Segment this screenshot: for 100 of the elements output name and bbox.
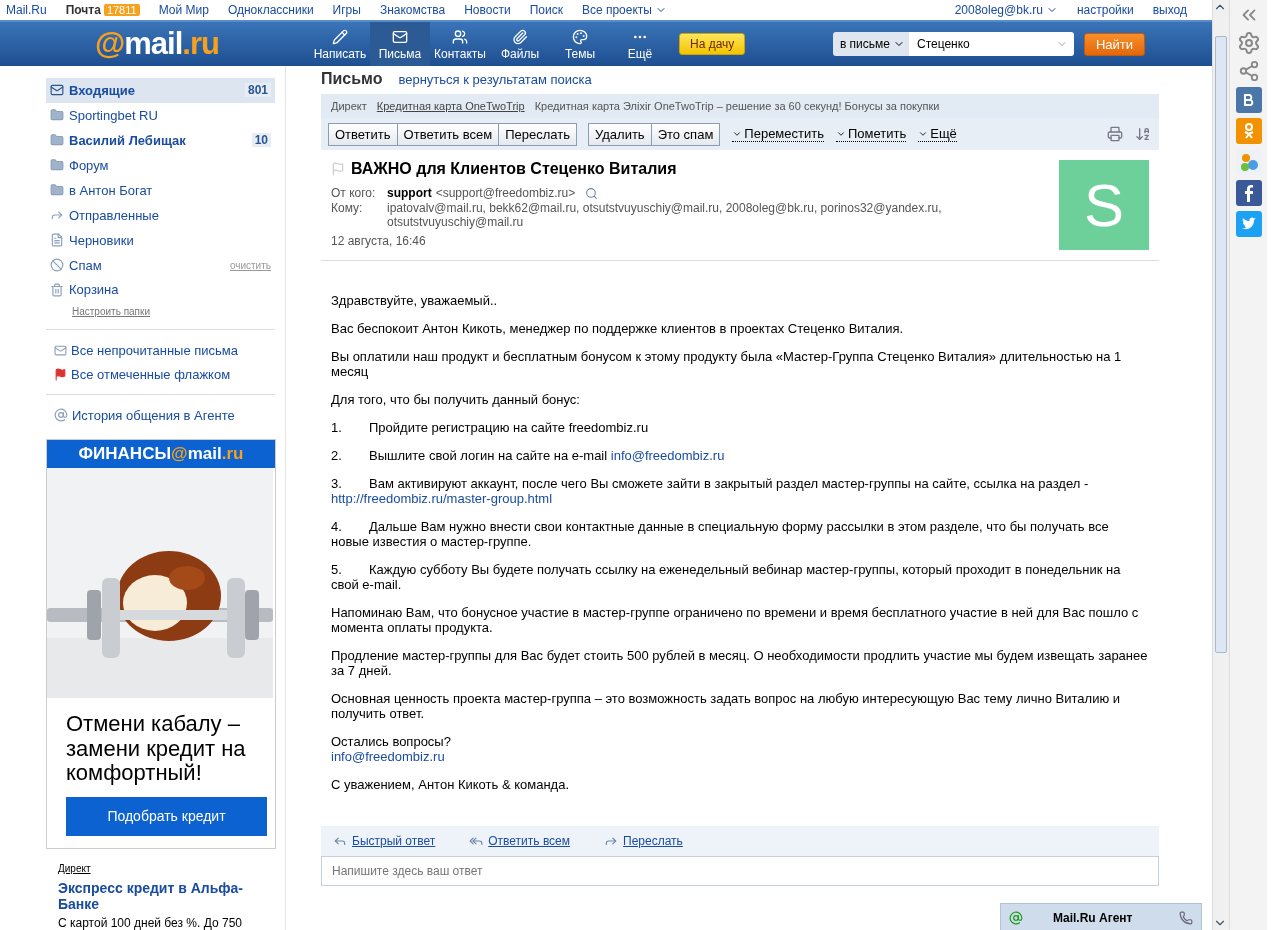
ad-button[interactable]: Подобрать кредит bbox=[66, 796, 267, 836]
ban-icon bbox=[50, 258, 64, 273]
nav-tab[interactable]: Файлы bbox=[490, 22, 550, 66]
pencil-icon bbox=[332, 29, 348, 45]
menu-link[interactable]: Ещё bbox=[918, 126, 957, 142]
paragraph: 4. Дальше Вам нужно внести свои контактные данные в специальную форму рассылки в этом разделе, что бы получать все новые известия о мастер-группе. bbox=[331, 519, 1110, 549]
paragraph: 3. Вам активируют аккаунт, после чего Вы сможете зайти в закрытый раздел мастер-группы на сайте, ссылка на раздел - http://freedombiz.ru/master-group.html bbox=[331, 476, 1149, 506]
folder-item[interactable]: Спам очистить bbox=[46, 252, 275, 278]
nav-tab[interactable]: Ещё bbox=[610, 22, 670, 66]
top-link[interactable]: Игры bbox=[332, 3, 361, 17]
folder-icon bbox=[50, 108, 64, 123]
paragraph: 1. Пройдите регистрацию на сайте freedombiz.ru bbox=[331, 420, 650, 435]
paperclip-icon bbox=[512, 29, 528, 45]
top-link[interactable]: Поиск bbox=[529, 3, 563, 17]
nav-tab[interactable]: Письма bbox=[370, 22, 430, 66]
paragraph: С уважением, Антон Кикоть & команда. bbox=[331, 777, 570, 792]
agent-bar[interactable]: Mail.Ru Агент bbox=[1000, 903, 1202, 930]
odnoklassniki-icon[interactable] bbox=[1235, 118, 1262, 144]
nav-tab[interactable]: Контакты bbox=[430, 22, 490, 66]
ad-link[interactable]: Кредитная карта OneTwoTrip bbox=[376, 100, 525, 112]
ad-banner[interactable]: ФИНАНСЫ@mail.ru Отмени кабалу – замени кредит на комфортный! Подобрать кредит bbox=[46, 439, 276, 849]
folder-item[interactable]: Отправленные bbox=[46, 202, 275, 228]
folder-icon bbox=[50, 158, 64, 173]
folder-icon bbox=[50, 133, 64, 148]
folder-item[interactable]: Василий Лебищак 10 bbox=[46, 127, 275, 153]
account-link[interactable]: настройки bbox=[1076, 3, 1134, 17]
settings-icon[interactable] bbox=[1236, 31, 1261, 55]
vk-icon[interactable] bbox=[1235, 87, 1262, 113]
menu-link[interactable]: Переместить bbox=[732, 126, 824, 142]
subject: ВАЖНО для Клиентов Стеценко Виталия bbox=[351, 160, 677, 178]
logo[interactable]: @mail.ru bbox=[95, 26, 219, 62]
translate-icon[interactable] bbox=[1135, 126, 1151, 142]
page-title: Письмо bbox=[321, 70, 383, 88]
email-link[interactable]: http://freedombiz.ru/master-group.html bbox=[331, 491, 1149, 506]
nav-tab[interactable]: Темы bbox=[550, 22, 610, 66]
promo-button[interactable]: На дачу bbox=[679, 33, 746, 55]
folder-item[interactable]: Sportingbet RU bbox=[46, 102, 275, 128]
forward-icon bbox=[604, 834, 619, 848]
top-link[interactable]: Почта 17811 bbox=[65, 3, 140, 17]
top-link[interactable]: Одноклассники bbox=[227, 3, 314, 17]
folder-name: Корзина bbox=[69, 282, 119, 298]
folder-item[interactable]: Форум bbox=[46, 152, 275, 178]
to-label: Кому: bbox=[331, 201, 364, 217]
search-field[interactable]: Стеценко bbox=[909, 32, 1054, 56]
share-icon[interactable] bbox=[1237, 60, 1260, 82]
reply-link[interactable]: Ответить всем bbox=[469, 834, 571, 848]
reply-link[interactable]: Быстрый ответ bbox=[333, 834, 436, 848]
nav-tab[interactable]: Написать bbox=[310, 22, 370, 66]
folder-name: Отправленные bbox=[69, 207, 159, 223]
phone-icon[interactable] bbox=[1179, 910, 1193, 925]
at-icon bbox=[1009, 910, 1023, 925]
document-icon bbox=[50, 233, 64, 248]
top-link[interactable]: Mail.Ru bbox=[6, 3, 47, 17]
envelope-icon bbox=[50, 83, 64, 98]
reply-icon bbox=[333, 834, 347, 848]
scrollbar[interactable] bbox=[1212, 0, 1229, 930]
folder-item[interactable]: Входящие 801 bbox=[46, 78, 275, 103]
paragraph: Основная ценность проекта мастер-группа – это возможность задать вопрос на любую интересующую Вас тему лично Виталию и получить ответ. bbox=[331, 691, 1122, 721]
reply-field[interactable]: Напишите здесь ваш ответ bbox=[321, 856, 1159, 886]
toolbar-button[interactable]: Ответить bbox=[328, 122, 398, 146]
menu-link[interactable]: Пометить bbox=[836, 126, 907, 142]
back-link[interactable]: вернуться к результатам поиска bbox=[398, 72, 592, 87]
top-link[interactable]: Знакомства bbox=[379, 3, 446, 17]
flag-icon bbox=[54, 367, 67, 381]
paragraph: Продление мастер-группы для Вас будет стоить 500 рублей в месяц. О необходимости продлить участие мы будем извещать заранее за 7 дней. bbox=[331, 648, 1149, 678]
folder-item[interactable]: Корзина bbox=[46, 277, 275, 303]
email-link[interactable]: info@freedombiz.ru bbox=[610, 448, 725, 463]
print-icon[interactable] bbox=[1107, 126, 1123, 142]
toolbar-button[interactable]: Переслать bbox=[498, 122, 577, 146]
ad-link[interactable]: Экспресс кредит в Альфа-Банке bbox=[58, 879, 275, 912]
folder-name: Черновики bbox=[69, 232, 134, 248]
history-link[interactable]: История общения в Агенте bbox=[46, 403, 275, 428]
folder-item[interactable]: в Антон Богат bbox=[46, 177, 275, 203]
toolbar-button[interactable]: Ответить всем bbox=[396, 122, 500, 146]
filter-link[interactable]: Все отмеченные флажком bbox=[46, 362, 275, 387]
bird-icon[interactable] bbox=[1235, 211, 1262, 237]
account-link[interactable]: выход bbox=[1152, 3, 1187, 17]
top-link[interactable]: Мой Мир bbox=[158, 3, 209, 17]
facebook-icon[interactable] bbox=[1235, 180, 1262, 206]
filter-link[interactable]: Все непрочитанные письма bbox=[46, 338, 275, 363]
setup-folders-link[interactable]: Настроить папки bbox=[72, 306, 275, 318]
paragraph: Напоминаю Вам, что бонусное участие в мастер-группе ограничено по времени и время бесплатного участие в ней для Вас пошло с момента оплаты продукта. bbox=[331, 605, 1140, 635]
at-icon bbox=[54, 408, 68, 423]
email-link[interactable]: info@freedombiz.ru bbox=[331, 749, 1149, 764]
top-link[interactable]: Все проекты bbox=[581, 3, 667, 17]
toolbar-button[interactable]: Это спам bbox=[650, 122, 721, 146]
folder-name: Входящие bbox=[69, 82, 135, 98]
folder-item[interactable]: Черновики bbox=[46, 227, 275, 253]
palette-icon bbox=[572, 29, 588, 45]
reply-link[interactable]: Переслать bbox=[604, 834, 683, 848]
envelope-icon bbox=[54, 343, 67, 357]
account-menu[interactable]: 2008oleg@bk.ru bbox=[954, 3, 1058, 17]
search-icon[interactable] bbox=[585, 186, 599, 200]
scope-dropdown[interactable]: в письме bbox=[832, 32, 909, 56]
toolbar-button[interactable]: Удалить bbox=[588, 122, 652, 146]
sender-name: support bbox=[387, 186, 432, 200]
paragraph: Вас беспокоит Антон Кикоть, менеджер по поддержке клиентов в проектах Стеценко Виталия. bbox=[331, 321, 905, 336]
trash-icon bbox=[50, 282, 64, 297]
top-link[interactable]: Новости bbox=[464, 3, 511, 17]
direct-label: Директ bbox=[58, 862, 92, 874]
